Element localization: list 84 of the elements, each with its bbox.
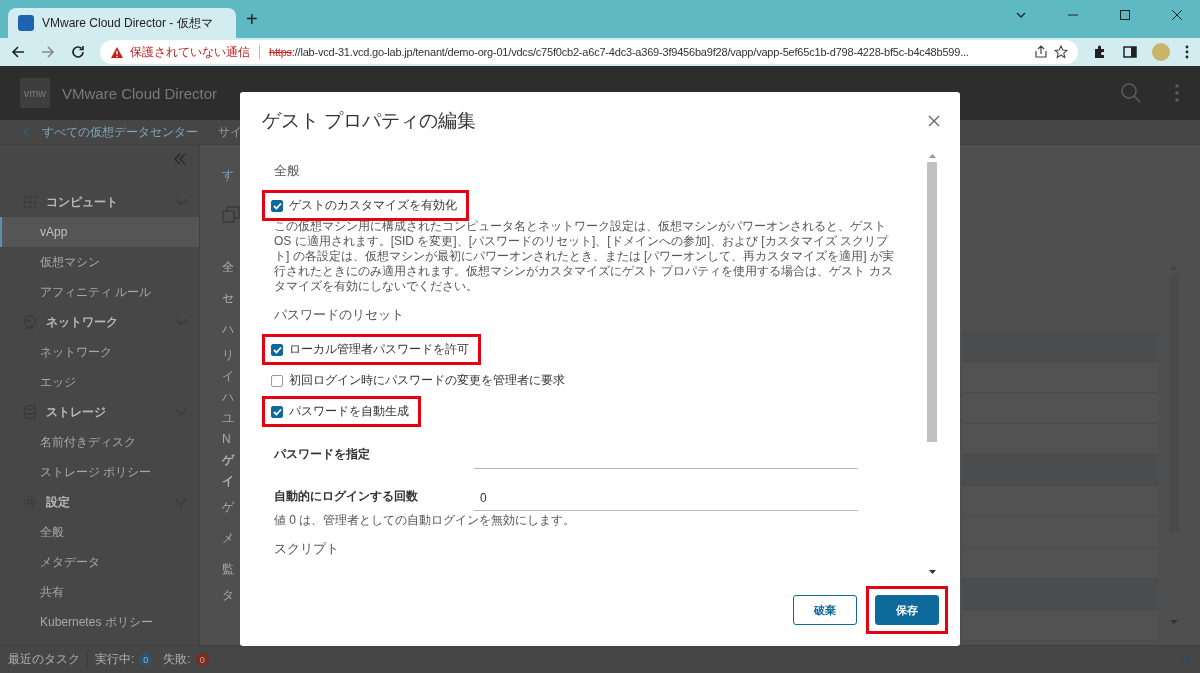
section-heading: イ	[222, 476, 235, 486]
nav-item[interactable]: 共有	[0, 577, 199, 607]
more-icon[interactable]	[1184, 44, 1190, 60]
share-icon[interactable]	[1034, 45, 1048, 59]
app-name: VMware Cloud Director	[62, 84, 218, 102]
search-icon[interactable]	[1120, 82, 1142, 104]
browser-tab[interactable]: VMware Cloud Director - 仮想マ	[8, 8, 236, 38]
section-label: メ	[222, 530, 235, 547]
nav-group[interactable]: 設定	[0, 487, 199, 517]
property-label: イ	[222, 371, 235, 381]
scrollbar[interactable]	[926, 154, 938, 574]
section-label: セ	[222, 290, 235, 307]
running-count: 0	[139, 653, 153, 666]
checkbox[interactable]	[271, 374, 283, 387]
close-icon[interactable]	[1170, 8, 1184, 22]
property-label: N	[222, 434, 232, 444]
checkbox-label[interactable]: ゲストのカスタマイズを有効化	[289, 197, 457, 214]
failed-label: 失敗:	[163, 651, 191, 668]
input-field[interactable]: 0	[474, 491, 858, 511]
url-text: https://lab-vcd-31.vcd.go-lab.jp/tenant/demo-org-01/vdcs/c75f0cb2-a6c7-4dc3-a369-3f9456ba9f28/vapp/vapp-5ef65c1b-d798-4228-bf5c-b4c48b599...	[269, 46, 969, 58]
nav-group[interactable]: ストレージ	[0, 397, 199, 427]
sidebar-icon[interactable]	[1122, 44, 1138, 60]
section-label: 全	[222, 259, 235, 276]
section-label: 監	[222, 561, 235, 578]
section-label: ハ	[222, 321, 235, 338]
nav-item[interactable]: ネットワーク	[0, 337, 199, 367]
breadcrumb[interactable]: サイ	[218, 123, 242, 141]
running-label: 実行中:	[95, 651, 135, 668]
address-bar[interactable]: 保護されていない通信 https://lab-vcd-31.vcd.go-lab.jp/tenant/demo-org-01/vdcs/c75f0cb2-a6c7-4dc3-a369-3f9456ba9f28/vapp/vapp-5ef65c1b-d798-4228-bf5c-b4c48b599...	[100, 40, 1078, 64]
star-icon[interactable]	[1054, 45, 1068, 59]
nav-group[interactable]: コンピュート	[0, 187, 199, 217]
nav-item[interactable]: ストレージ ポリシー	[0, 457, 199, 487]
nav-item[interactable]: アフィニティ ルール	[0, 277, 199, 307]
reload-icon[interactable]	[70, 44, 86, 60]
scroll-up-icon[interactable]	[928, 154, 936, 158]
checkbox[interactable]	[271, 343, 283, 356]
forward-icon[interactable]	[40, 44, 56, 60]
close-icon[interactable]	[928, 115, 940, 127]
nav-item[interactable]: vApp	[0, 217, 199, 247]
scroll-down-icon[interactable]	[928, 570, 936, 574]
checkbox-label[interactable]: 初回ログイン時にパスワードの変更を管理者に要求	[289, 372, 565, 389]
discard-button[interactable]: 破棄	[793, 595, 857, 625]
nav-item[interactable]: 仮想マシン	[0, 247, 199, 277]
scrollbar-thumb[interactable]	[927, 162, 937, 442]
property-label: リ	[222, 350, 235, 360]
save-button[interactable]: 保存	[875, 595, 939, 625]
maximize-icon[interactable]	[1118, 8, 1132, 22]
nav-group[interactable]: ネットワーク	[0, 307, 199, 337]
breadcrumb-link[interactable]: す	[222, 165, 240, 185]
favicon-icon	[18, 15, 34, 31]
security-warning: 保護されていない通信	[130, 43, 250, 61]
checkbox[interactable]	[271, 405, 283, 418]
back-link-label[interactable]: すべての仮想データセンター	[42, 123, 198, 141]
new-tab-button[interactable]: +	[246, 9, 258, 29]
section-heading: スクリプト	[274, 540, 340, 558]
field-label: パスワードを指定	[274, 446, 371, 463]
checkbox-label[interactable]: ローカル管理者パスワードを許可	[289, 341, 469, 358]
recent-tasks-label[interactable]: 最近のタスク	[8, 651, 80, 668]
property-label: ハ	[222, 392, 235, 402]
nav-item[interactable]: 全般	[0, 517, 199, 547]
nav-item[interactable]: Kubernetes ポリシー	[0, 607, 199, 637]
section-heading: 全般	[274, 162, 301, 180]
checkbox-label[interactable]: パスワードを自動生成	[289, 403, 409, 420]
section-label: ゲ	[222, 499, 236, 516]
warning-icon	[110, 45, 124, 59]
collapse-icon[interactable]	[173, 153, 187, 165]
checkbox[interactable]	[271, 199, 283, 212]
nav-item[interactable]: エッジ	[0, 367, 199, 397]
dialog-title: ゲスト プロパティの編集	[262, 109, 477, 133]
back-link[interactable]: すべての仮想データセンター	[0, 123, 200, 141]
avatar[interactable]	[1152, 43, 1170, 61]
section-heading: パスワードのリセット	[274, 306, 405, 324]
property-label: ユ	[222, 413, 235, 423]
help-text: この仮想マシン用に構成されたコンピュータ名とネットワーク設定は、仮想マシンがパワーオンされると、ゲスト OS に適用されます。[SID を変更]、[パスワードのリセット]、[ドメインへの参加]、および [カスタマイズ スクリプト] の各設定は、仮想マシンが最初にパワーオンされたとき、または [パワーオンして、再カスタマイズを適用] が実行されたときにのみ適用されます。仮想マシンがカスタマイズにゲスト プロパティを使用する場合は、ゲスト カスタマイズを有効にしないでください。	[274, 219, 895, 294]
chevron-left-icon	[22, 126, 32, 138]
property-label: タ	[222, 590, 235, 600]
nav-item[interactable]: 名前付きディスク	[0, 427, 199, 457]
vmware-logo: vmw	[20, 78, 50, 108]
help-text: 値 0 は、管理者としての自動ログインを無効にします。	[274, 513, 577, 528]
section-heading: ゲ	[222, 455, 236, 465]
nav-item[interactable]: メタデータ	[0, 547, 199, 577]
failed-count: 0	[195, 653, 209, 666]
back-icon[interactable]	[10, 44, 26, 60]
field-label: 自動的にログインする回数	[274, 488, 419, 505]
